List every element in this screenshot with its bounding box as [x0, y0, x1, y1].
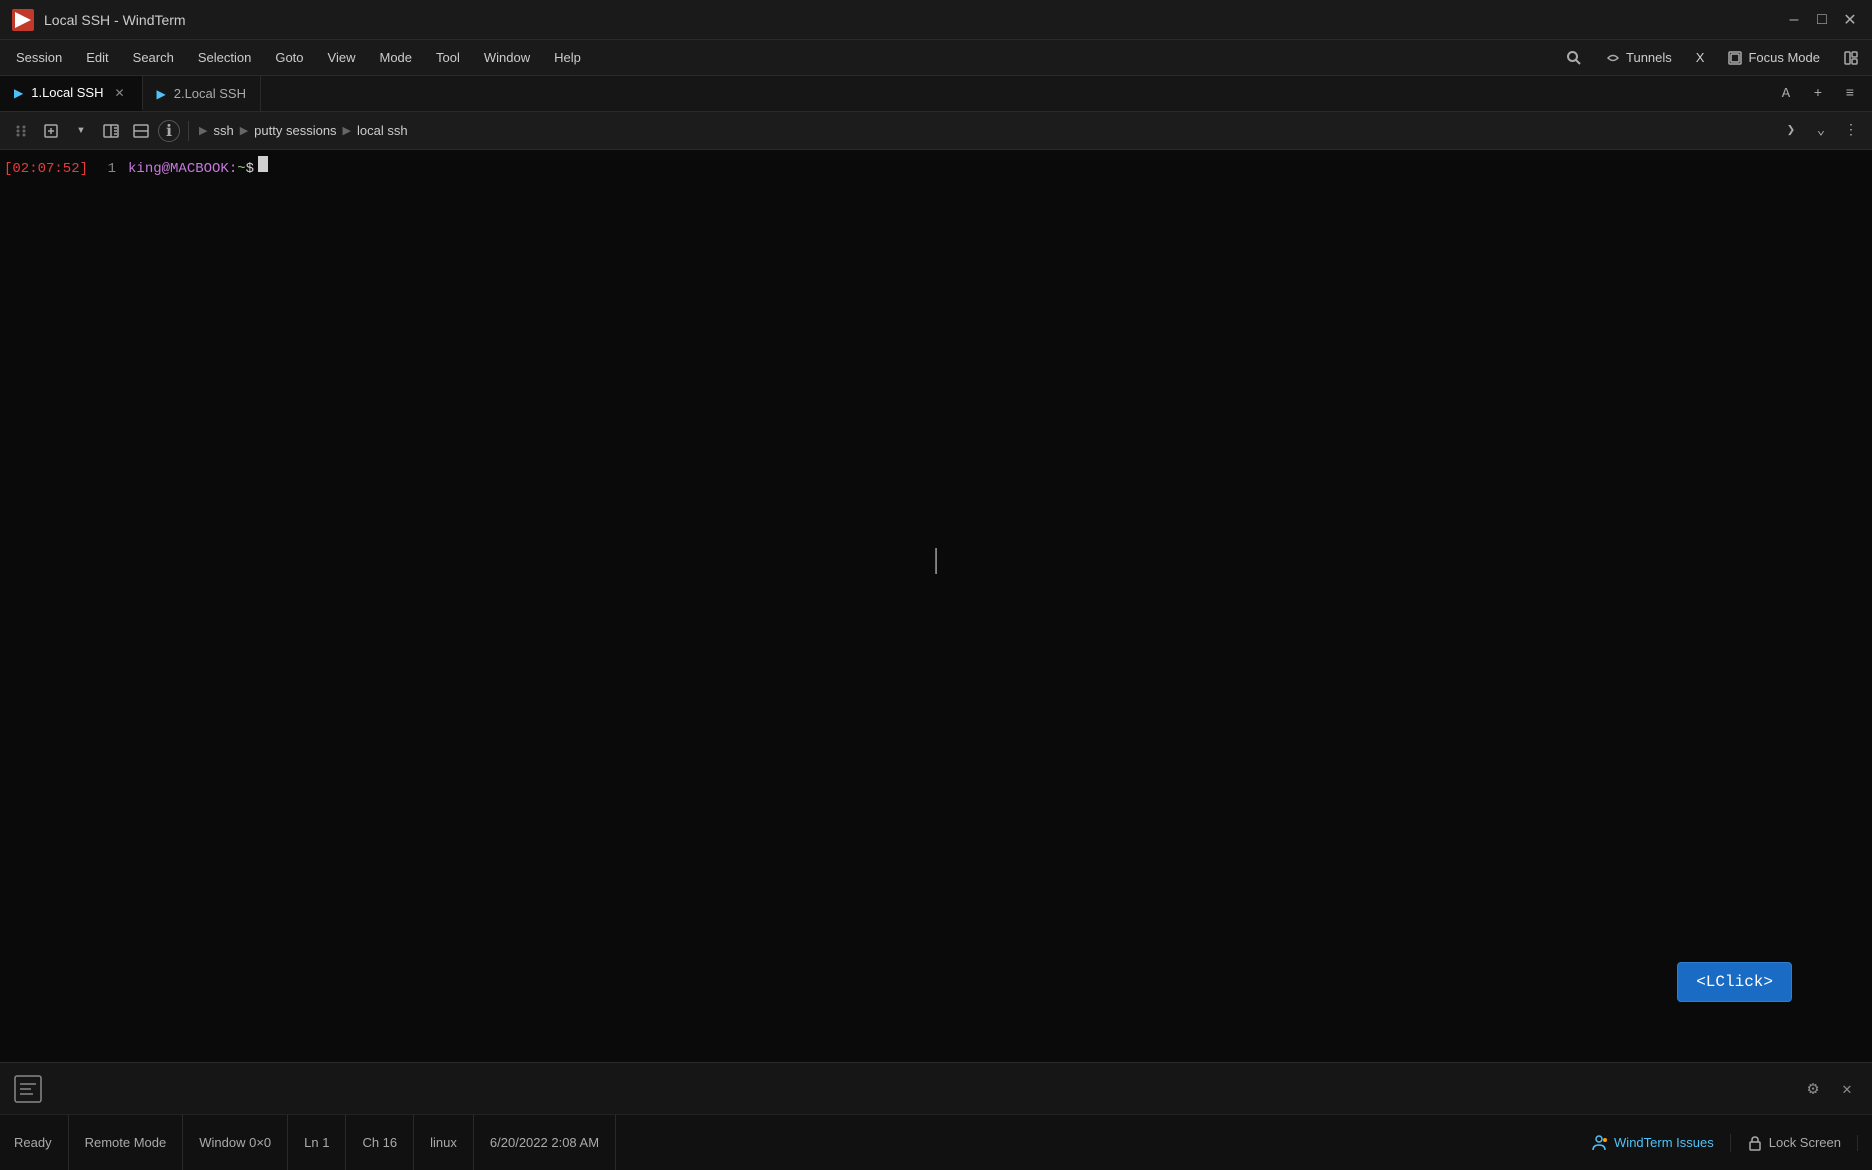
dropdown-arrow[interactable]: ▾ — [68, 118, 94, 144]
x-button[interactable]: X — [1686, 46, 1715, 69]
menu-right: Tunnels X Focus Mode — [1556, 46, 1868, 70]
tab1-icon: ▶ — [14, 86, 23, 100]
menu-view[interactable]: View — [316, 46, 368, 69]
new-pane-button[interactable] — [38, 118, 64, 144]
menu-edit[interactable]: Edit — [74, 46, 120, 69]
split-vert-button[interactable] — [128, 118, 154, 144]
split-horiz-button[interactable] — [98, 118, 124, 144]
layout-button[interactable] — [1834, 47, 1868, 69]
window-controls: – □ ✕ — [1784, 10, 1860, 30]
status-os: linux — [414, 1115, 474, 1170]
windterm-issues-content: WindTerm Issues — [1590, 1134, 1714, 1152]
breadcrumb-arrow3: ▶ — [343, 124, 351, 137]
menu-help[interactable]: Help — [542, 46, 593, 69]
prompt-user-host: king@MACBOOK: — [128, 158, 237, 180]
prompt-path: ~ — [237, 158, 245, 180]
title-bar: Local SSH - WindTerm – □ ✕ — [0, 0, 1872, 40]
menu-selection[interactable]: Selection — [186, 46, 263, 69]
terminal-line-1: [02:07:52] 1 king@MACBOOK:~$ — [4, 156, 1868, 180]
status-bar: Ready Remote Mode Window 0×0 Ln 1 Ch 16 … — [0, 1114, 1872, 1170]
ch-text: Ch 16 — [362, 1135, 397, 1150]
breadcrumb-putty-sessions[interactable]: putty sessions — [254, 123, 336, 138]
tab1-close-button[interactable]: ✕ — [112, 85, 128, 101]
menu-goto[interactable]: Goto — [263, 46, 315, 69]
breadcrumb-arrow2: ▶ — [240, 124, 248, 137]
status-ln: Ln 1 — [288, 1115, 346, 1170]
status-ch: Ch 16 — [346, 1115, 414, 1170]
search-button[interactable] — [1556, 46, 1592, 70]
os-text: linux — [430, 1135, 457, 1150]
menu-tool[interactable]: Tool — [424, 46, 472, 69]
lock-screen[interactable]: Lock Screen — [1731, 1135, 1858, 1151]
more-button[interactable]: ⋮ — [1838, 118, 1864, 144]
status-ready: Ready — [14, 1115, 69, 1170]
app-icon — [12, 9, 34, 31]
ln-text: Ln 1 — [304, 1135, 329, 1150]
panel-close-button[interactable]: ✕ — [1834, 1076, 1860, 1102]
tab1-label: 1.Local SSH — [31, 85, 103, 100]
line-number: 1 — [96, 158, 116, 180]
tab2-label: 2.Local SSH — [174, 86, 246, 101]
cursor — [258, 156, 268, 172]
collapse-button[interactable]: ⌄ — [1808, 118, 1834, 144]
tab-2-local-ssh[interactable]: ▶ 2.Local SSH — [143, 76, 262, 111]
breadcrumb-arrow1: ▶ — [199, 124, 207, 137]
prompt-time: [02:07:52] — [4, 158, 88, 180]
tunnels-label: Tunnels — [1626, 50, 1672, 65]
terminal[interactable]: [02:07:52] 1 king@MACBOOK:~$ | <LClick> — [0, 150, 1872, 1062]
menu-session[interactable]: Session — [4, 46, 74, 69]
x-label: X — [1696, 50, 1705, 65]
menu-bar: Session Edit Search Selection Goto View … — [0, 40, 1872, 76]
prompt-dollar: $ — [246, 158, 254, 180]
window-size-text: Window 0×0 — [199, 1135, 271, 1150]
tab2-icon: ▶ — [157, 87, 166, 101]
toolbar-left: ▾ ℹ — [8, 118, 193, 144]
tab-add-button[interactable]: + — [1804, 80, 1832, 108]
tab-font-button[interactable]: A — [1772, 80, 1800, 108]
status-datetime: 6/20/2022 2:08 AM — [474, 1115, 616, 1170]
windterm-issues-label: WindTerm Issues — [1614, 1135, 1714, 1150]
status-remote-mode[interactable]: Remote Mode — [69, 1115, 184, 1170]
remote-mode-text: Remote Mode — [85, 1135, 167, 1150]
lock-screen-label: Lock Screen — [1769, 1135, 1841, 1150]
lock-screen-content: Lock Screen — [1747, 1135, 1841, 1151]
info-button[interactable]: ℹ — [158, 120, 180, 142]
menu-mode[interactable]: Mode — [367, 46, 424, 69]
tab-actions: A + ≡ — [1772, 76, 1872, 111]
breadcrumb-local-ssh[interactable]: local ssh — [357, 123, 408, 138]
toolbar: ▾ ℹ ▶ ssh ▶ putty sessions ▶ local ssh — [0, 112, 1872, 150]
focus-mode-label: Focus Mode — [1748, 50, 1820, 65]
windterm-issues[interactable]: WindTerm Issues — [1590, 1134, 1731, 1152]
tab-1-local-ssh[interactable]: ▶ 1.Local SSH ✕ — [0, 76, 143, 111]
tab-bar: ▶ 1.Local SSH ✕ ▶ 2.Local SSH A + ≡ — [0, 76, 1872, 112]
close-button[interactable]: ✕ — [1840, 10, 1860, 30]
panel-right: ⚙ ✕ — [1800, 1076, 1860, 1102]
maximize-button[interactable]: □ — [1812, 10, 1832, 30]
panel-terminal-icon — [12, 1073, 44, 1105]
divider — [188, 121, 189, 141]
lclick-tooltip: <LClick> — [1677, 962, 1792, 1002]
breadcrumb: ▶ ssh ▶ putty sessions ▶ local ssh — [199, 123, 1772, 138]
window-title: Local SSH - WindTerm — [44, 12, 1784, 28]
menu-window[interactable]: Window — [472, 46, 542, 69]
toolbar-right: ❯ ⌄ ⋮ — [1778, 118, 1864, 144]
tunnels-button[interactable]: Tunnels — [1596, 46, 1682, 69]
minimize-button[interactable]: – — [1784, 10, 1804, 30]
status-window-size[interactable]: Window 0×0 — [183, 1115, 288, 1170]
main-area: [02:07:52] 1 king@MACBOOK:~$ | <LClick> — [0, 150, 1872, 1062]
bottom-panel: ⚙ ✕ — [0, 1062, 1872, 1114]
focus-mode-button[interactable]: Focus Mode — [1718, 46, 1830, 69]
ready-text: Ready — [14, 1135, 52, 1150]
menu-search[interactable]: Search — [121, 46, 186, 69]
expand-button[interactable]: ❯ — [1778, 118, 1804, 144]
grip-icon — [8, 118, 34, 144]
panel-settings-button[interactable]: ⚙ — [1800, 1076, 1826, 1102]
tab-menu-button[interactable]: ≡ — [1836, 80, 1864, 108]
status-right: WindTerm Issues Lock Screen — [1590, 1134, 1858, 1152]
breadcrumb-ssh[interactable]: ssh — [213, 123, 233, 138]
datetime-text: 6/20/2022 2:08 AM — [490, 1135, 599, 1150]
text-cursor: | — [933, 549, 939, 571]
